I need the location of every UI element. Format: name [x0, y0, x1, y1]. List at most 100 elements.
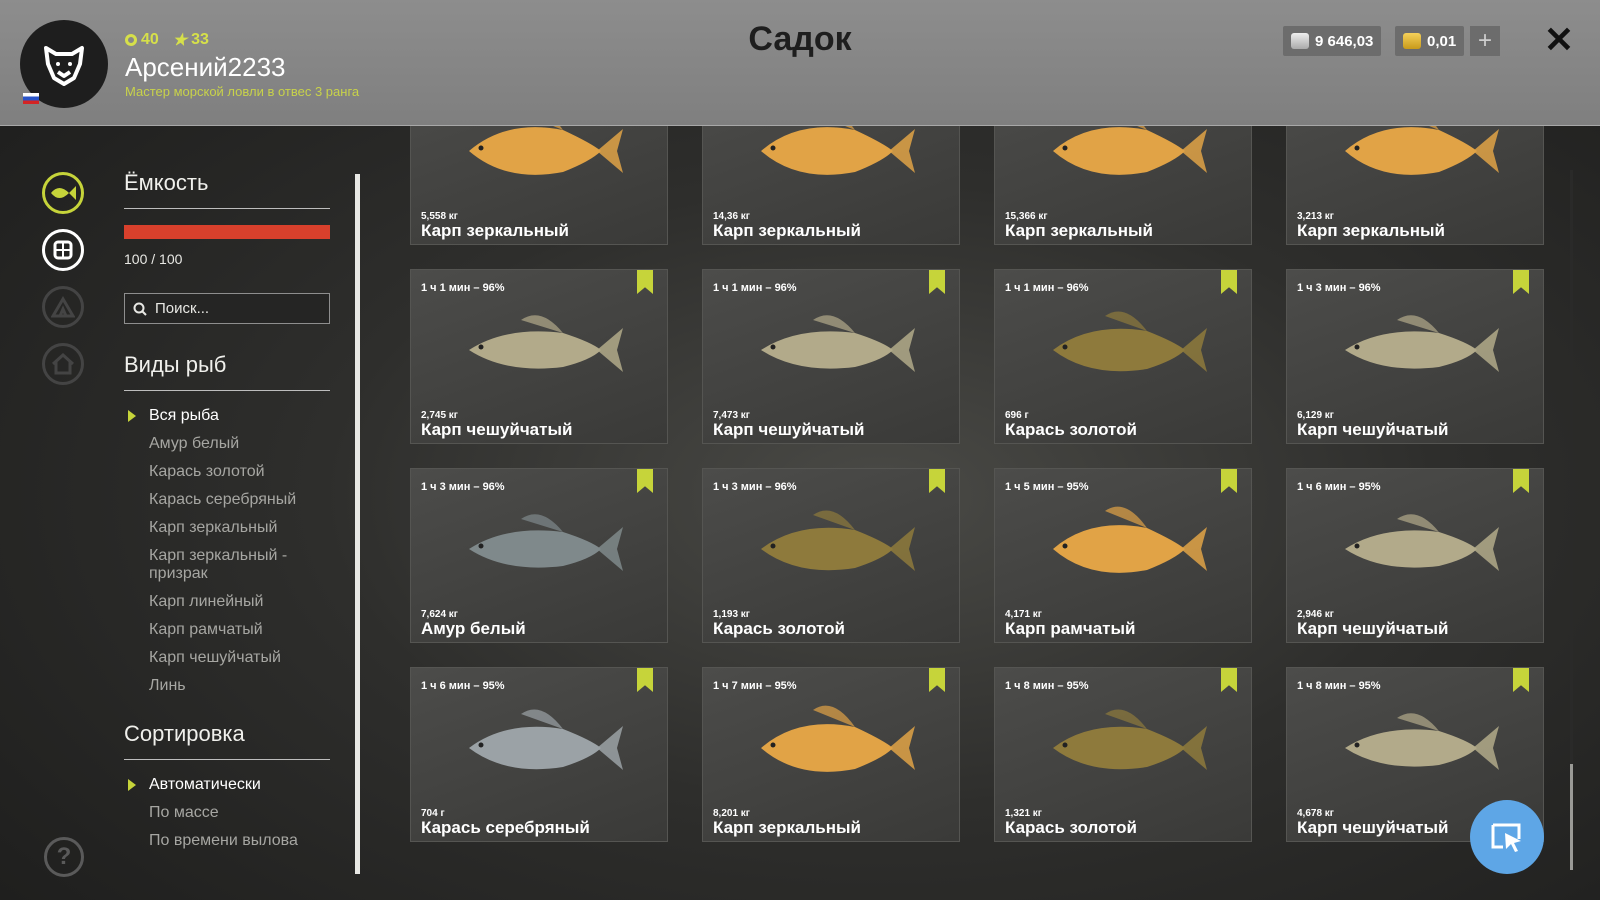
- fish-image: [1345, 713, 1499, 770]
- buy-currency-button[interactable]: +: [1470, 26, 1500, 56]
- panel-scrollbar[interactable]: [355, 174, 360, 874]
- catch-time: 1 ч 6 мин – 95%: [421, 680, 505, 692]
- bookmark-icon[interactable]: [929, 469, 945, 493]
- species-filter-item[interactable]: Карась серебряный: [124, 491, 330, 509]
- catch-time: 1 ч 8 мин – 95%: [1297, 680, 1381, 692]
- species-list: Вся рыба Амур белый Карась золотой Карась с…: [124, 407, 330, 695]
- catch-time: 1 ч 7 мин – 95%: [713, 680, 797, 692]
- fish-name: Карась золотой: [1005, 818, 1137, 837]
- fish-card[interactable]: 1 ч 7 мин – 95% 8,201 кг Карп зеркальный: [702, 667, 960, 842]
- bookmark-icon[interactable]: [637, 270, 653, 294]
- grid-scrollbar[interactable]: [1570, 170, 1573, 870]
- fish-card[interactable]: 1 ч 8 мин – 95% 1,321 кг Карась золотой: [994, 667, 1252, 842]
- fish-image: [1345, 126, 1499, 175]
- catch-time: 1 ч 1 мин – 96%: [421, 282, 505, 294]
- catch-time: 1 ч 3 мин – 96%: [1297, 282, 1381, 294]
- catch-time: 1 ч 6 мин – 95%: [1297, 481, 1381, 493]
- fish-card[interactable]: 1 ч 6 мин – 95% 704 г Карась серебряный: [410, 667, 668, 842]
- header-bar: 40 ★ 33 Арсений2233 Мастер морской ловли …: [0, 0, 1600, 126]
- fish-image: [1053, 126, 1207, 175]
- divider: [124, 208, 330, 209]
- fish-name: Карп чешуйчатый: [1297, 420, 1449, 439]
- sort-option-item[interactable]: По времени вылова: [124, 832, 330, 850]
- fish-card[interactable]: 15,366 кг Карп зеркальный: [994, 126, 1252, 245]
- species-filter-item[interactable]: Линь: [124, 677, 330, 695]
- fish-card[interactable]: 1 ч 3 мин – 96% 6,129 кг Карп чешуйчатый: [1286, 269, 1544, 444]
- bookmark-icon[interactable]: [929, 668, 945, 692]
- fish-name: Амур белый: [421, 619, 526, 638]
- fish-card[interactable]: 1 ч 3 мин – 96% 1,193 кг Карась золотой: [702, 468, 960, 643]
- fish-image: [1053, 506, 1207, 573]
- fish-name: Карп чешуйчатый: [1297, 818, 1449, 837]
- bookmark-icon[interactable]: [1513, 668, 1529, 692]
- bookmark-icon[interactable]: [929, 270, 945, 294]
- keepnet-icon[interactable]: [42, 229, 84, 271]
- fish-name: Карась золотой: [713, 619, 845, 638]
- bookmark-icon[interactable]: [1221, 469, 1237, 493]
- search-input[interactable]: [155, 300, 315, 317]
- gold-balance: 0,01: [1395, 26, 1465, 56]
- fish-image: [761, 315, 915, 372]
- flag-russia-icon: [23, 93, 39, 104]
- cursor-mode-button[interactable]: [1470, 800, 1544, 874]
- catch-time: 1 ч 3 мин – 96%: [421, 481, 505, 493]
- sort-option-item[interactable]: По массе: [124, 804, 330, 822]
- fish-name: Карп зеркальный: [713, 221, 861, 240]
- fish-card[interactable]: 5,558 кг Карп зеркальный: [410, 126, 668, 245]
- capacity-title: Ёмкость: [124, 170, 209, 195]
- bookmark-icon[interactable]: [1221, 270, 1237, 294]
- fish-image: [1345, 514, 1499, 571]
- cursor-icon: [1491, 823, 1521, 852]
- capacity-value: 100 / 100: [124, 251, 183, 267]
- species-filter-item[interactable]: Карась золотой: [124, 463, 330, 481]
- species-filter-item[interactable]: Карп чешуйчатый: [124, 649, 330, 667]
- player-title: Мастер морской ловли в отвес 3 ранга: [125, 84, 360, 99]
- fish-image: [1053, 709, 1207, 770]
- fish-icon[interactable]: [42, 172, 84, 214]
- close-button[interactable]: ✕: [1542, 19, 1576, 60]
- bookmark-icon[interactable]: [1513, 270, 1529, 294]
- fish-card[interactable]: 1 ч 3 мин – 96% 7,624 кг Амур белый: [410, 468, 668, 643]
- catch-time: 1 ч 3 мин – 96%: [713, 481, 797, 493]
- species-filter-item[interactable]: Карп рамчатый: [124, 621, 330, 639]
- fish-card[interactable]: 1 ч 1 мин – 96% 2,745 кг Карп чешуйчатый: [410, 269, 668, 444]
- scroll-thumb[interactable]: [1570, 764, 1573, 870]
- fish-image: [761, 126, 915, 175]
- sort-list: Автоматически По массе По времени вылова: [124, 776, 330, 850]
- species-filter-item[interactable]: Карп зеркальный - призрак: [124, 547, 330, 583]
- fish-card[interactable]: 14,36 кг Карп зеркальный: [702, 126, 960, 245]
- fish-card[interactable]: 1 ч 5 мин – 95% 4,171 кг Карп рамчатый: [994, 468, 1252, 643]
- bookmark-icon[interactable]: [637, 469, 653, 493]
- tent-icon[interactable]: [42, 286, 84, 328]
- catch-time: 1 ч 1 мин – 96%: [1005, 282, 1089, 294]
- sort-option-item[interactable]: Автоматически: [124, 776, 330, 794]
- fish-image: [469, 709, 623, 770]
- sort-title: Сортировка: [124, 721, 245, 746]
- help-icon[interactable]: ?: [44, 837, 84, 877]
- species-filter-item[interactable]: Карп зеркальный: [124, 519, 330, 537]
- fish-name: Карп рамчатый: [1005, 619, 1136, 638]
- species-filter-item[interactable]: Амур белый: [124, 435, 330, 453]
- silver-balance: 9 646,03: [1283, 26, 1382, 56]
- fish-card[interactable]: 1 ч 6 мин – 95% 2,946 кг Карп чешуйчатый: [1286, 468, 1544, 643]
- fish-name: Карп зеркальный: [1005, 221, 1153, 240]
- search-box[interactable]: [124, 293, 330, 324]
- home-icon[interactable]: [42, 343, 84, 385]
- species-title: Виды рыб: [124, 352, 227, 377]
- species-filter-item[interactable]: Карп линейный: [124, 593, 330, 611]
- fish-image: [1053, 311, 1207, 372]
- fish-card[interactable]: 1 ч 1 мин – 96% 696 г Карась золотой: [994, 269, 1252, 444]
- fish-image: [761, 705, 915, 772]
- species-filter-item[interactable]: Вся рыба: [124, 407, 330, 425]
- fish-name: Карп чешуйчатый: [713, 420, 865, 439]
- bookmark-icon[interactable]: [1513, 469, 1529, 493]
- catch-time: 1 ч 8 мин – 95%: [1005, 680, 1089, 692]
- fish-image: [469, 315, 623, 372]
- bookmark-icon[interactable]: [637, 668, 653, 692]
- fish-grid: 5,558 кг Карп зеркальный 14,36 кг Карп зерк…: [410, 126, 1550, 900]
- fish-card[interactable]: 1 ч 1 мин – 96% 7,473 кг Карп чешуйчатый: [702, 269, 960, 444]
- bookmark-icon[interactable]: [1221, 668, 1237, 692]
- fish-name: Карась золотой: [1005, 420, 1137, 439]
- fish-name: Карп зеркальный: [1297, 221, 1445, 240]
- fish-card[interactable]: 3,213 кг Карп зеркальный: [1286, 126, 1544, 245]
